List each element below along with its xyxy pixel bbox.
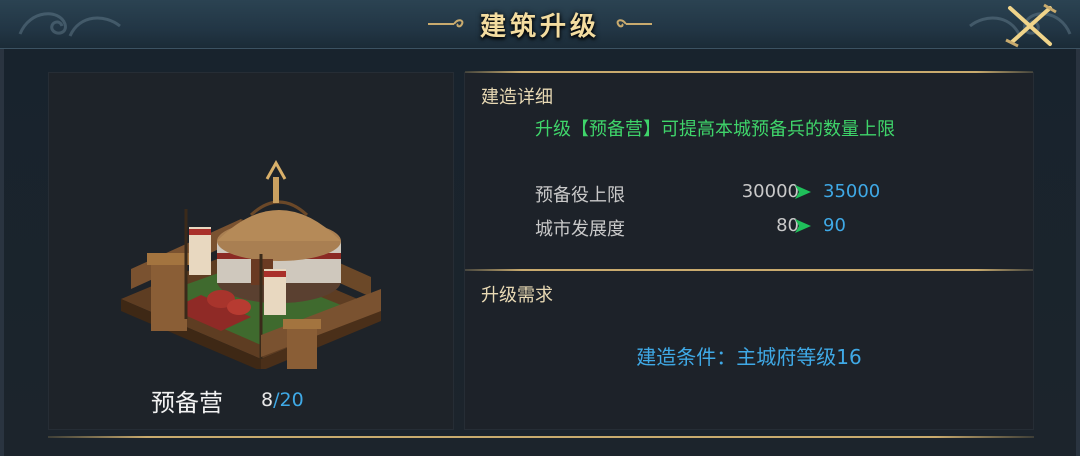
- crossed-swords-icon: [1005, 3, 1057, 48]
- details-heading: 建造详细: [481, 87, 553, 108]
- title-ornament-left-icon: [427, 19, 464, 28]
- cloud-ornament-left-icon: [18, 12, 121, 37]
- level-max: 20: [279, 389, 304, 411]
- frame-edge-left: [0, 48, 4, 456]
- stat-label: 预备役上限: [535, 185, 625, 206]
- green-arrow-right-icon: [795, 219, 811, 233]
- stat-label: 城市发展度: [535, 219, 625, 240]
- title-ornament-right-icon: [616, 19, 652, 28]
- level-current: 8: [261, 389, 274, 411]
- build-condition: 建造条件：主城府等级16: [636, 345, 862, 369]
- details-panel: 建造详细 升级【预备营】可提高本城预备兵的数量上限 预备役上限 30000 35…: [464, 71, 1034, 270]
- requirements-heading: 升级需求: [481, 285, 553, 306]
- dialog-header: 建筑升级: [0, 0, 1080, 49]
- stat-old-value: 30000: [741, 181, 799, 202]
- close-button[interactable]: [1000, 2, 1060, 48]
- details-divider-top: [465, 71, 1033, 73]
- stat-new-value: 35000: [823, 181, 881, 202]
- frame-edge-right: [1076, 48, 1080, 456]
- requirements-divider-top: [465, 269, 1033, 271]
- building-level: 8/20: [261, 389, 304, 411]
- dialog-title: 建筑升级: [479, 11, 600, 42]
- requirements-panel: 升级需求 建造条件：主城府等级16: [464, 269, 1034, 430]
- building-panel: 预备营 8/20: [48, 72, 454, 430]
- stat-new-value: 90: [823, 215, 846, 236]
- yurt-camp-icon: [121, 159, 381, 369]
- green-arrow-right-icon: [795, 185, 811, 199]
- stat-row: 城市发展度 80 90: [535, 215, 955, 241]
- bottom-divider: [48, 436, 1034, 438]
- building-name: 预备营: [151, 389, 223, 417]
- details-description: 升级【预备营】可提高本城预备兵的数量上限: [535, 119, 895, 140]
- title-wrap: 建筑升级: [400, 0, 680, 48]
- stat-row: 预备役上限 30000 35000: [535, 181, 955, 207]
